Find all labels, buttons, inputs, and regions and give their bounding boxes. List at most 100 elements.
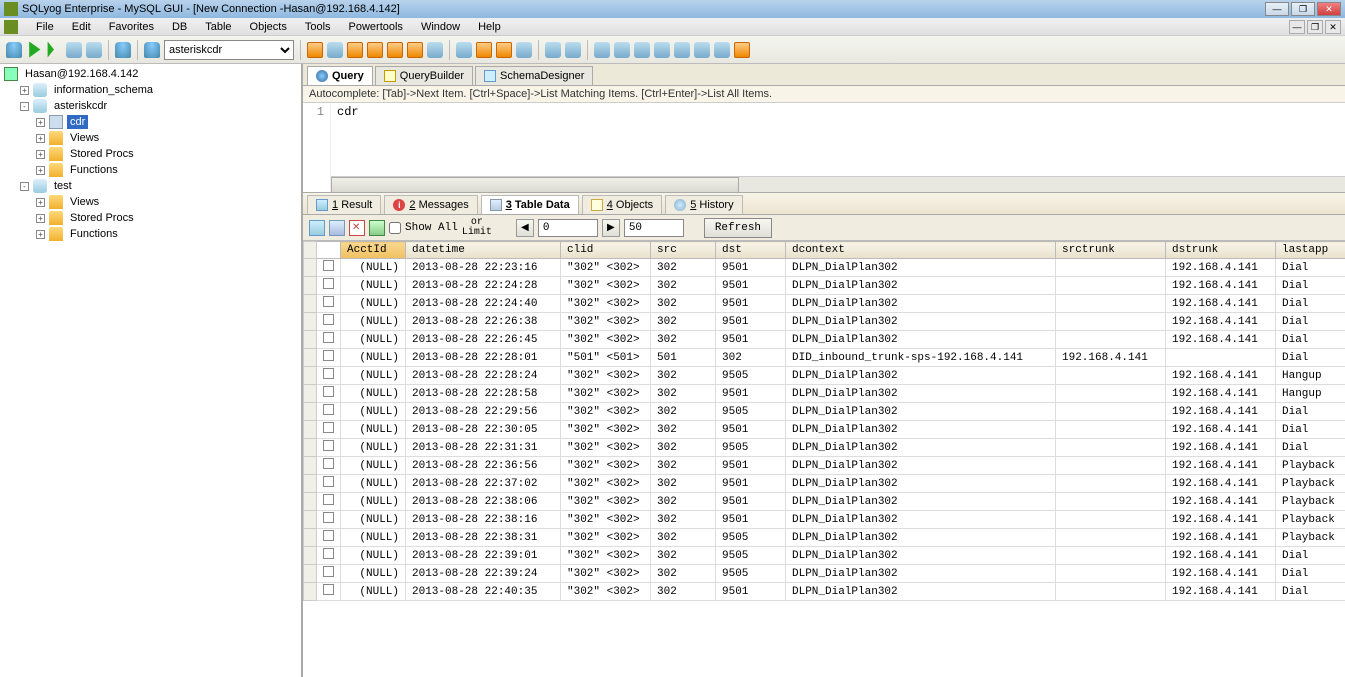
cell[interactable] <box>1056 367 1166 385</box>
cell[interactable]: Playback <box>1276 475 1345 493</box>
cell[interactable]: 302 <box>651 403 716 421</box>
cell[interactable]: (NULL) <box>341 457 406 475</box>
cell[interactable]: 302 <box>651 385 716 403</box>
tree-expander[interactable]: + <box>20 86 29 95</box>
cell[interactable]: (NULL) <box>341 367 406 385</box>
row-checkbox[interactable] <box>323 458 334 469</box>
cell[interactable]: "302" <302> <box>561 547 651 565</box>
cell[interactable]: 2013-08-28 22:38:16 <box>406 511 561 529</box>
cell[interactable]: DLPN_DialPlan302 <box>786 439 1056 457</box>
cell[interactable]: 192.168.4.141 <box>1166 259 1276 277</box>
row-checkbox[interactable] <box>323 278 334 289</box>
cell[interactable]: 2013-08-28 22:23:16 <box>406 259 561 277</box>
tool-icon[interactable] <box>347 42 363 58</box>
tool-icon[interactable] <box>387 42 403 58</box>
cell[interactable]: 302 <box>651 493 716 511</box>
offset-input[interactable] <box>538 219 598 237</box>
table-row[interactable]: (NULL)2013-08-28 22:38:16"302" <302>3029… <box>304 511 1345 529</box>
tab-tabledata[interactable]: 3 Table Data <box>481 195 579 214</box>
cell[interactable]: DLPN_DialPlan302 <box>786 565 1056 583</box>
cell[interactable]: (NULL) <box>341 439 406 457</box>
row-checkbox[interactable] <box>323 476 334 487</box>
cell[interactable]: 2013-08-28 22:40:35 <box>406 583 561 601</box>
cell[interactable]: DLPN_DialPlan302 <box>786 277 1056 295</box>
tree-item[interactable]: +Views <box>0 130 301 146</box>
cell[interactable]: Playback <box>1276 511 1345 529</box>
db-refresh-icon[interactable] <box>86 42 102 58</box>
tool-icon[interactable] <box>734 42 750 58</box>
cell[interactable]: "302" <302> <box>561 295 651 313</box>
cell[interactable] <box>1056 421 1166 439</box>
cell[interactable]: 302 <box>651 277 716 295</box>
maximize-button[interactable]: ❐ <box>1291 2 1315 16</box>
row-selector[interactable] <box>304 439 317 457</box>
table-row[interactable]: (NULL)2013-08-28 22:26:38"302" <302>3029… <box>304 313 1345 331</box>
row-checkbox[interactable] <box>323 332 334 343</box>
table-row[interactable]: (NULL)2013-08-28 22:36:56"302" <302>3029… <box>304 457 1345 475</box>
cell[interactable]: 192.168.4.141 <box>1166 403 1276 421</box>
cell[interactable]: 9501 <box>716 583 786 601</box>
cell[interactable]: (NULL) <box>341 421 406 439</box>
column-header[interactable]: lastapp <box>1276 242 1345 259</box>
cell[interactable]: 302 <box>651 259 716 277</box>
cell[interactable]: 2013-08-28 22:28:01 <box>406 349 561 367</box>
column-header[interactable]: src <box>651 242 716 259</box>
cell[interactable]: 2013-08-28 22:39:01 <box>406 547 561 565</box>
tree-item[interactable]: -test <box>0 178 301 194</box>
cell[interactable]: DLPN_DialPlan302 <box>786 313 1056 331</box>
table-row[interactable]: (NULL)2013-08-28 22:28:24"302" <302>3029… <box>304 367 1345 385</box>
cell[interactable] <box>1056 511 1166 529</box>
tree-item[interactable]: +Functions <box>0 162 301 178</box>
cell[interactable]: "302" <302> <box>561 259 651 277</box>
tool-icon[interactable] <box>427 42 443 58</box>
tab-query[interactable]: Query <box>307 66 373 85</box>
cell[interactable]: 2013-08-28 22:31:31 <box>406 439 561 457</box>
cell[interactable]: (NULL) <box>341 313 406 331</box>
tab-objects[interactable]: 4 Objects <box>582 195 662 214</box>
table-row[interactable]: (NULL)2013-08-28 22:23:16"302" <302>3029… <box>304 259 1345 277</box>
row-selector[interactable] <box>304 295 317 313</box>
tree-item[interactable]: +Views <box>0 194 301 210</box>
row-selector[interactable] <box>304 583 317 601</box>
cell[interactable]: 9501 <box>716 313 786 331</box>
cell[interactable]: Dial <box>1276 421 1345 439</box>
table-row[interactable]: (NULL)2013-08-28 22:26:45"302" <302>3029… <box>304 331 1345 349</box>
cell[interactable]: 192.168.4.141 <box>1166 421 1276 439</box>
cell[interactable]: 302 <box>651 475 716 493</box>
cell[interactable]: 9505 <box>716 403 786 421</box>
cell[interactable]: "302" <302> <box>561 313 651 331</box>
row-selector[interactable] <box>304 403 317 421</box>
column-header[interactable]: datetime <box>406 242 561 259</box>
cell[interactable]: Hangup <box>1276 385 1345 403</box>
table-row[interactable]: (NULL)2013-08-28 22:37:02"302" <302>3029… <box>304 475 1345 493</box>
cell[interactable]: (NULL) <box>341 583 406 601</box>
cell[interactable] <box>1056 493 1166 511</box>
row-checkbox[interactable] <box>323 314 334 325</box>
show-all-checkbox[interactable] <box>389 222 401 234</box>
menu-favorites[interactable]: Favorites <box>101 19 162 35</box>
row-checkbox[interactable] <box>323 584 334 595</box>
row-selector[interactable] <box>304 367 317 385</box>
cell[interactable]: 302 <box>651 565 716 583</box>
cell[interactable]: Dial <box>1276 565 1345 583</box>
cell[interactable]: "302" <302> <box>561 403 651 421</box>
cell[interactable] <box>1056 475 1166 493</box>
refresh-button[interactable]: Refresh <box>704 218 772 238</box>
menu-file[interactable]: File <box>28 19 62 35</box>
row-checkbox[interactable] <box>323 494 334 505</box>
menu-tools[interactable]: Tools <box>297 19 339 35</box>
cell[interactable]: Playback <box>1276 529 1345 547</box>
tool-icon[interactable] <box>714 42 730 58</box>
cell[interactable]: (NULL) <box>341 511 406 529</box>
cell[interactable]: 2013-08-28 22:36:56 <box>406 457 561 475</box>
cell[interactable]: 302 <box>651 295 716 313</box>
tool-icon[interactable] <box>407 42 423 58</box>
cell[interactable]: 302 <box>651 331 716 349</box>
cell[interactable]: DLPN_DialPlan302 <box>786 493 1056 511</box>
cell[interactable]: DLPN_DialPlan302 <box>786 547 1056 565</box>
cell[interactable]: 2013-08-28 22:24:28 <box>406 277 561 295</box>
cell[interactable] <box>1056 439 1166 457</box>
delete-row-icon[interactable] <box>349 220 365 236</box>
cell[interactable]: 192.168.4.141 <box>1166 331 1276 349</box>
cell[interactable]: 192.168.4.141 <box>1166 385 1276 403</box>
